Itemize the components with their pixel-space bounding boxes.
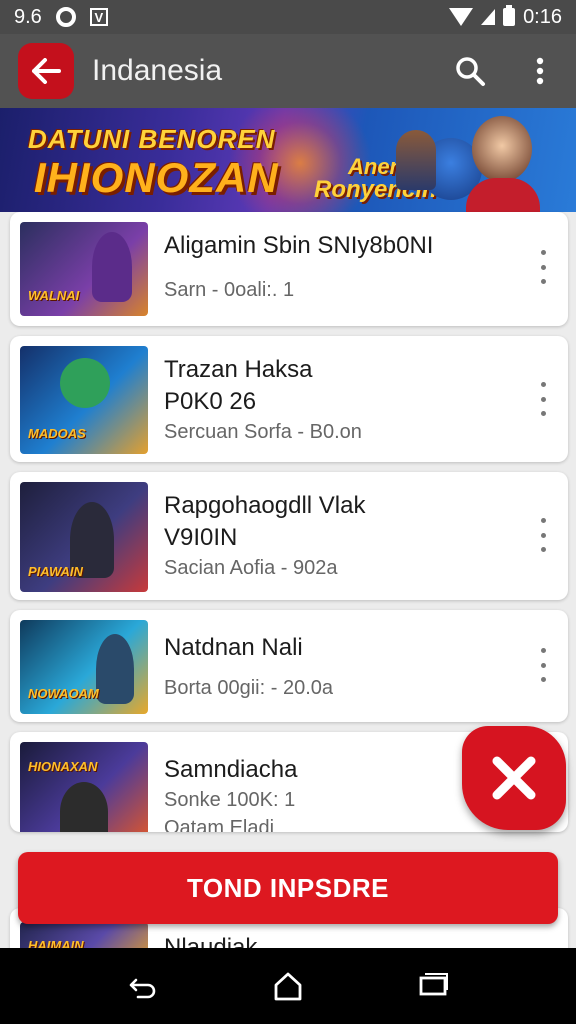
home-icon [274,972,302,1001]
status-bar: 9.6 V 0:16 [0,0,576,34]
item-thumbnail: PIAWAIN [20,482,148,592]
thumb-caption: HIONAXAN [28,759,98,774]
nav-home-button[interactable] [266,964,310,1008]
thumb-caption: MADOAS [28,426,86,441]
banner-headline-top: DATUNI BENOREN [28,124,276,154]
thumb-caption: WALNAI [28,288,80,303]
item-more-button[interactable] [536,250,550,284]
back-button[interactable] [18,43,74,99]
list-item[interactable]: NOWAOAM Natdnan Nali Borta 00gii: - 20.0… [10,610,568,722]
thumb-figure [92,232,132,302]
item-text: Natdnan Nali Borta 00gii: - 20.0a [164,632,518,702]
status-text: 9.6 [14,5,42,28]
item-more-button[interactable] [536,518,550,552]
item-title: Natdnan Nali [164,634,303,661]
item-subtitle: Borta 00gii: - 20.0a [164,677,333,699]
search-button[interactable] [450,51,490,91]
item-more-button[interactable] [536,382,550,416]
thumb-figure [96,634,134,704]
app-title: Indanesia [92,54,223,87]
item-subtitle: Sacian Aofia - 902a [164,557,338,579]
nav-recents-button[interactable] [411,964,455,1008]
status-left: 9.6 V [14,6,108,29]
thumb-caption: NOWAOAM [28,686,99,701]
item-title: Aligamin Sbin SNIy8b0NI [164,232,434,259]
overflow-menu-button[interactable] [520,51,560,91]
list-item[interactable]: MADOAS Trazan Haksa P0K0 26 Sercuan Sorf… [10,336,568,462]
banner-hero-3 [396,130,436,190]
banner-hero-2 [472,116,532,182]
recents-icon [419,973,449,996]
notification-circle-icon [55,7,76,27]
thumb-figure [60,358,110,408]
status-right: 0:16 [449,5,562,29]
battery-icon [503,5,516,26]
banner-hero-2-outfit [466,178,540,212]
item-subtitle-2: Oatam Eladi [164,817,275,832]
item-thumbnail: WALNAI [20,222,148,316]
item-text: Trazan Haksa P0K0 26 Sercuan Sorfa - B0.… [164,354,518,446]
item-text: Aligamin Sbin SNIy8b0NI Sarn - 0oali:. 1 [164,230,518,304]
item-more-button[interactable] [536,648,550,682]
arrow-left-icon [32,58,61,84]
v-app-icon: V [89,8,108,26]
close-ad-button[interactable] [462,726,566,830]
status-time: 0:16 [523,5,562,28]
app-bar: Indanesia [0,34,576,108]
nav-back-button[interactable] [121,964,165,1008]
signal-icon [481,9,496,25]
banner-headline-main: IHIONOZAN [34,154,279,201]
item-text: Rapgohaogdll Vlak V9I0IN Sacian Aofia - … [164,490,518,582]
item-subtitle: Sercuan Sorfa - B0.on [164,421,362,443]
item-thumbnail: HIONAXAN [20,742,148,832]
wifi-icon [449,8,474,26]
item-thumbnail: NOWAOAM [20,620,148,714]
item-title: Trazan Haksa P0K0 26 [164,356,313,415]
close-icon [492,756,536,800]
list-item[interactable]: PIAWAIN Rapgohaogdll Vlak V9I0IN Sacian … [10,472,568,600]
app-bar-actions [450,51,560,91]
more-vert-icon [536,57,544,85]
list-item[interactable]: WALNAI Aligamin Sbin SNIy8b0NI Sarn - 0o… [10,212,568,326]
item-thumbnail: MADOAS [20,346,148,454]
thumb-figure [60,782,108,832]
promo-banner[interactable]: DATUNI BENOREN IHIONOZAN Anen Ronyencin [0,108,576,212]
item-title: Rapgohaogdll Vlak V9I0IN [164,492,366,551]
back-icon [129,978,155,999]
search-icon [456,57,485,86]
thumb-caption: PIAWAIN [28,564,83,579]
cta-button[interactable]: TOND INPSDRE [18,852,558,924]
system-nav-bar [0,948,576,1024]
item-subtitle: Sarn - 0oali:. 1 [164,279,295,301]
